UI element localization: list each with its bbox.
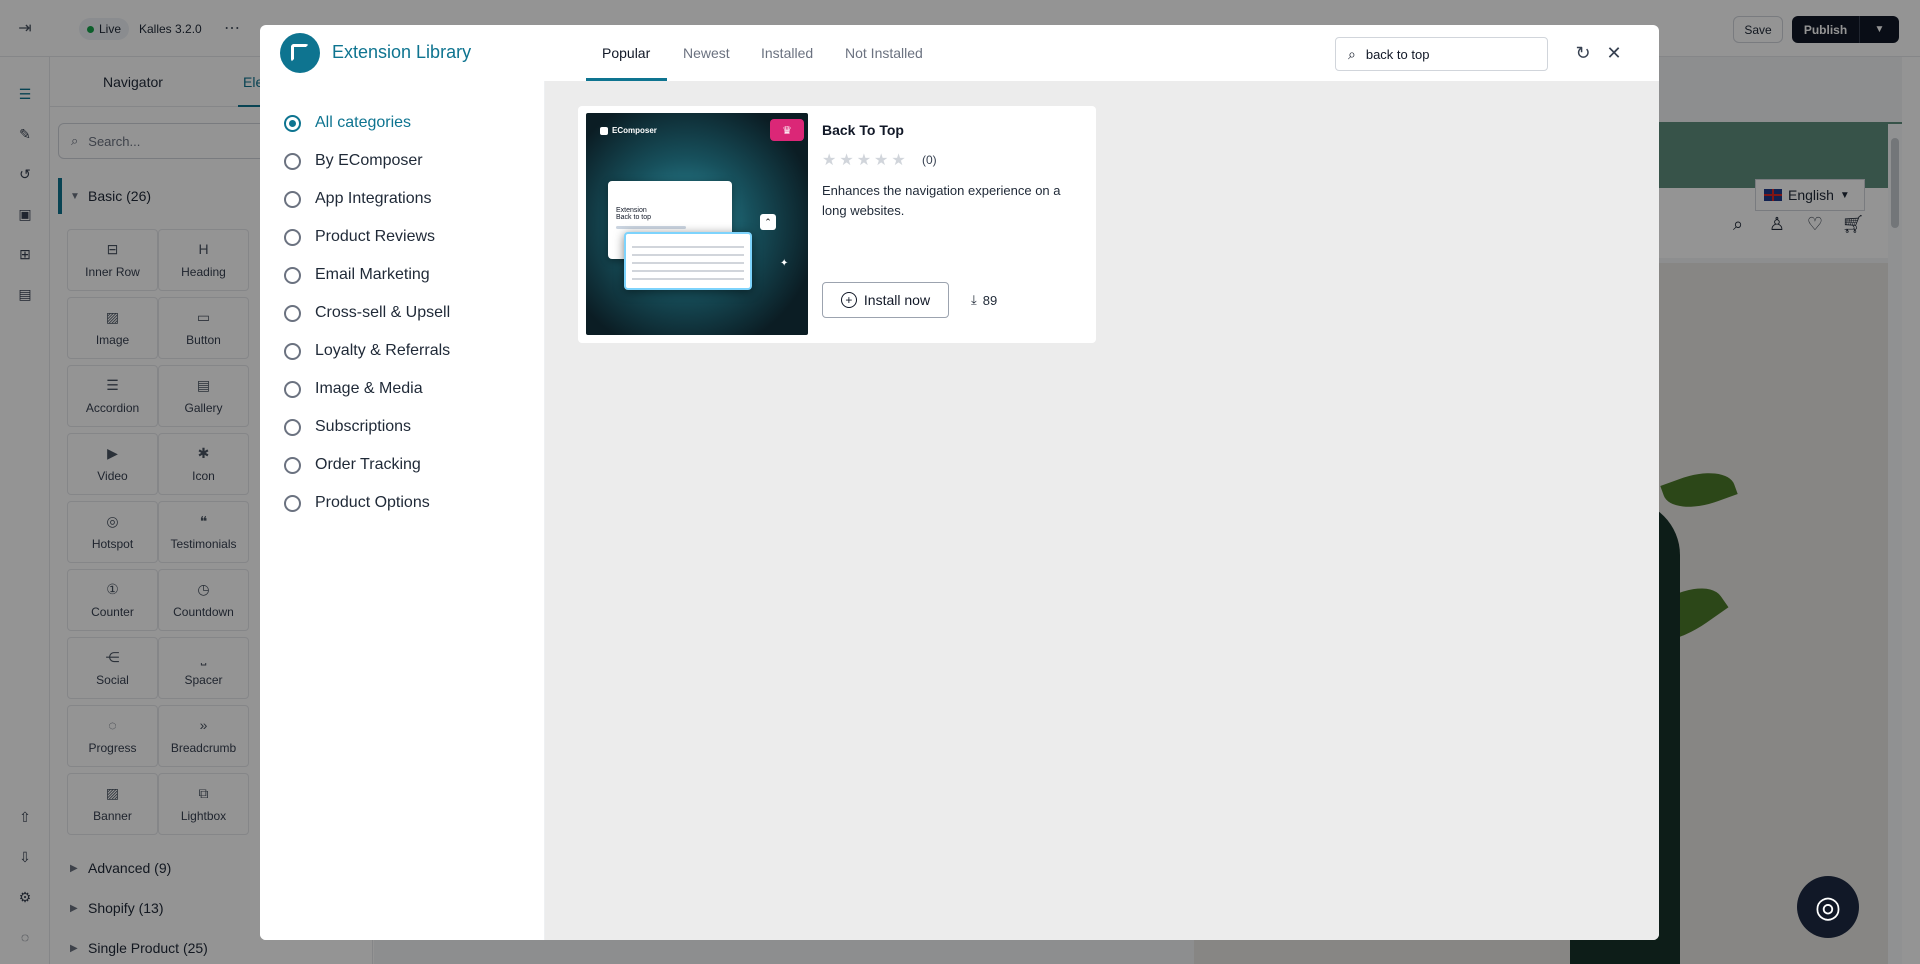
category-label: Cross-sell & Upsell xyxy=(315,304,451,321)
category-all[interactable]: All categories xyxy=(284,114,411,132)
tab-popular[interactable]: Popular xyxy=(602,45,650,61)
category-label: Product Options xyxy=(315,494,430,511)
extension-card[interactable]: EComposer ♛ Extension Back to top ⌃ ✦ Ba… xyxy=(578,106,1096,343)
refresh-icon[interactable]: ↻ xyxy=(1571,41,1595,65)
category-label: App Integrations xyxy=(315,190,432,207)
category-cross-sell-upsell[interactable]: Cross-sell & Upsell xyxy=(284,304,450,322)
extension-thumbnail: EComposer ♛ Extension Back to top ⌃ ✦ xyxy=(586,113,808,335)
category-app-integrations[interactable]: App Integrations xyxy=(284,190,432,208)
tab-installed[interactable]: Installed xyxy=(761,45,813,61)
thumb-brand: EComposer xyxy=(600,126,657,135)
category-label: By EComposer xyxy=(315,152,423,169)
rating-count: (0) xyxy=(922,153,937,167)
category-label: All categories xyxy=(315,114,412,131)
modal-header: Extension Library Popular Newest Install… xyxy=(260,25,1659,82)
radio[interactable] xyxy=(284,190,301,208)
category-product-reviews[interactable]: Product Reviews xyxy=(284,228,435,246)
sparkle-icon: ✦ xyxy=(780,258,789,269)
modal-title: Extension Library xyxy=(332,42,472,62)
category-loyalty-referrals[interactable]: Loyalty & Referrals xyxy=(284,342,450,360)
arrow-up-icon: ⌃ xyxy=(760,214,776,230)
radio[interactable] xyxy=(284,418,301,436)
ecomposer-mark-icon xyxy=(600,126,608,135)
category-product-options[interactable]: Product Options xyxy=(284,494,430,512)
thumb-text: Extension xyxy=(616,207,647,214)
star-icon: ★ xyxy=(874,152,889,169)
plus-circle-icon: + xyxy=(840,292,857,308)
mock-table xyxy=(624,232,752,290)
star-icon: ★ xyxy=(891,152,906,169)
ecomposer-logo-icon xyxy=(280,33,320,73)
rating-stars: ★ ★ ★ ★ ★ xyxy=(822,150,906,170)
radio[interactable] xyxy=(284,266,301,284)
search-icon: ⌕ xyxy=(1348,45,1356,62)
install-now-button[interactable]: + Install now xyxy=(822,282,949,318)
category-order-tracking[interactable]: Order Tracking xyxy=(284,456,421,474)
category-email-marketing[interactable]: Email Marketing xyxy=(284,266,430,284)
category-label: Email Marketing xyxy=(315,266,430,283)
radio[interactable] xyxy=(284,456,301,474)
radio-selected[interactable] xyxy=(284,114,301,132)
install-label: Install now xyxy=(863,292,931,308)
radio[interactable] xyxy=(284,494,301,512)
category-image-media[interactable]: Image & Media xyxy=(284,380,423,398)
radio[interactable] xyxy=(284,228,301,246)
category-label: Product Reviews xyxy=(315,228,436,245)
radio[interactable] xyxy=(284,152,301,170)
extension-search[interactable]: ⌕ xyxy=(1335,37,1548,71)
category-label: Loyalty & Referrals xyxy=(315,342,451,359)
category-by-ecomposer[interactable]: By EComposer xyxy=(284,152,423,170)
category-label: Order Tracking xyxy=(315,456,421,473)
star-icon: ★ xyxy=(856,152,872,169)
radio[interactable] xyxy=(284,342,301,360)
category-label: Subscriptions xyxy=(315,418,412,435)
star-icon: ★ xyxy=(822,152,837,169)
download-count: ⤓ 89 xyxy=(971,292,997,308)
download-count-value: 89 xyxy=(982,292,998,308)
extension-description: Enhances the navigation experience on a … xyxy=(822,183,1061,218)
category-sidebar: All categories By EComposer App Integrat… xyxy=(260,81,545,940)
crown-premium-icon: ♛ xyxy=(770,119,804,141)
mock-bar xyxy=(616,226,686,229)
category-label: Image & Media xyxy=(315,380,423,397)
extension-search-input[interactable] xyxy=(1365,46,1526,62)
help-lifebuoy-icon[interactable]: ◎ xyxy=(1797,876,1859,938)
extension-title[interactable]: Back To Top xyxy=(822,122,904,138)
category-subscriptions[interactable]: Subscriptions xyxy=(284,418,411,436)
download-icon: ⤓ xyxy=(971,292,977,307)
radio[interactable] xyxy=(284,380,301,398)
thumb-text: Back to top xyxy=(616,214,652,221)
star-icon: ★ xyxy=(839,152,854,169)
tab-newest[interactable]: Newest xyxy=(683,45,730,61)
close-icon[interactable]: ✕ xyxy=(1602,41,1626,65)
tab-not-installed[interactable]: Not Installed xyxy=(845,45,923,61)
radio[interactable] xyxy=(284,304,301,322)
thumb-brand-label: EComposer xyxy=(612,126,657,135)
